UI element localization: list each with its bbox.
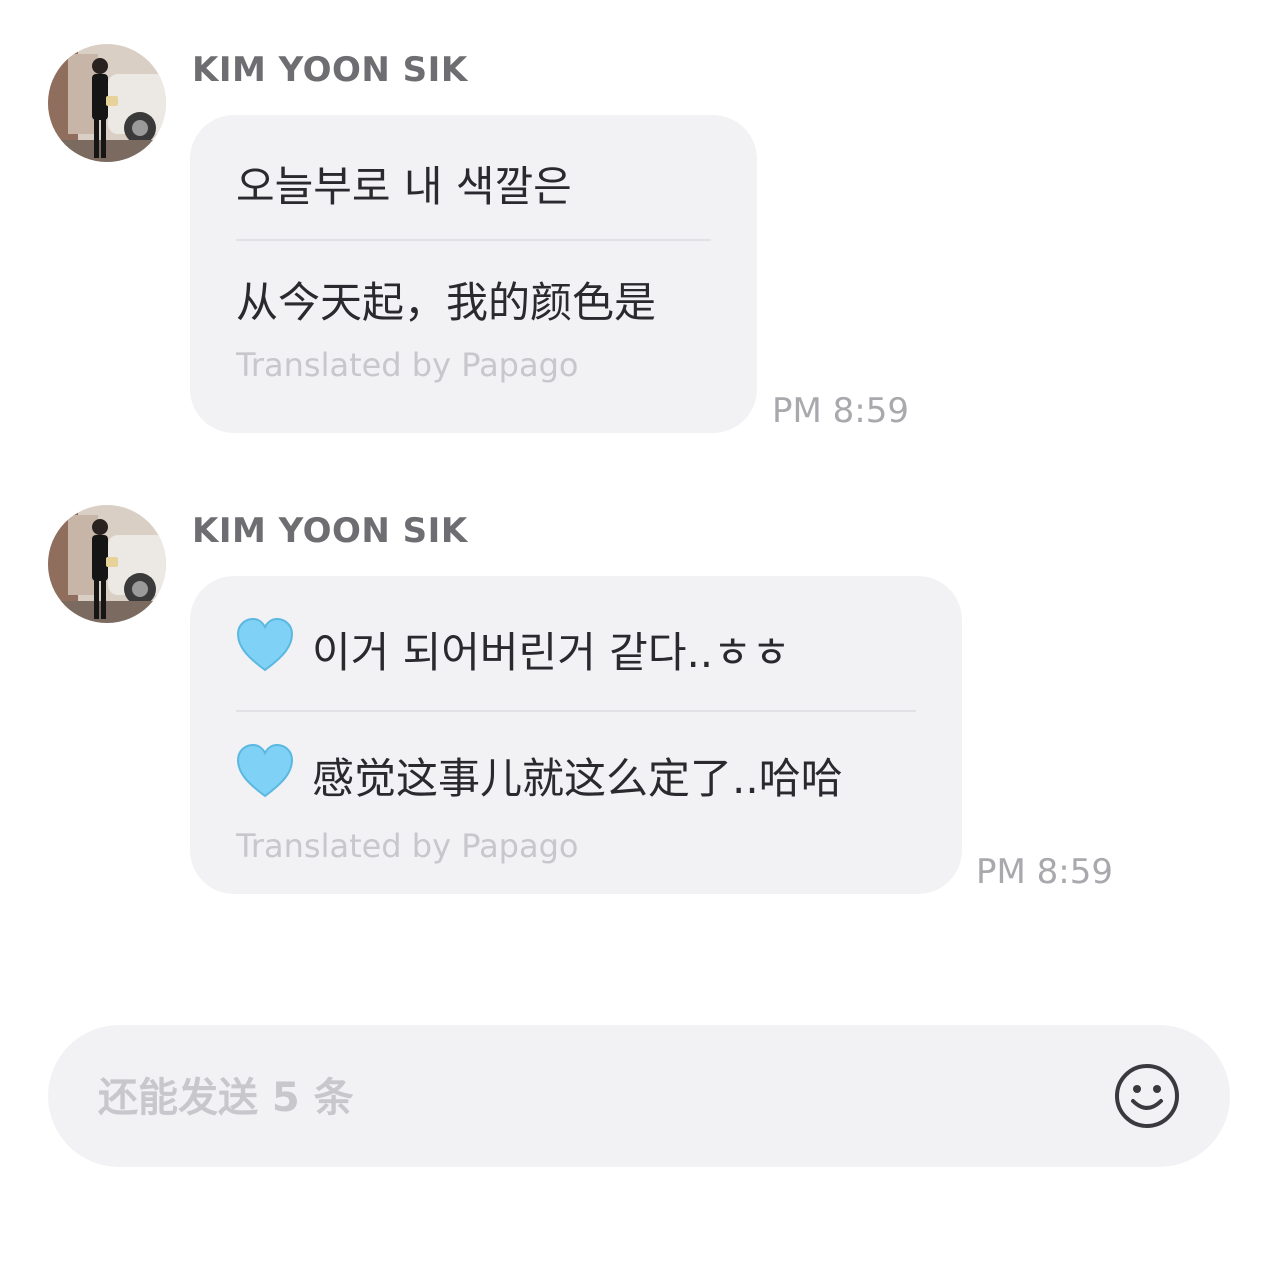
translation-divider bbox=[236, 710, 916, 712]
avatar[interactable] bbox=[48, 44, 166, 162]
avatar-photo bbox=[48, 44, 166, 162]
light-blue-heart-icon bbox=[236, 743, 294, 814]
smiley-icon bbox=[1115, 1064, 1179, 1128]
avatar[interactable] bbox=[48, 505, 166, 623]
translation-credit: Translated by Papago bbox=[236, 346, 579, 384]
message-timestamp: PM 8:59 bbox=[976, 852, 1113, 892]
emoji-button[interactable] bbox=[1114, 1063, 1180, 1129]
message-bubble[interactable]: 이거 되어버린거 같다..ㅎㅎ 感觉这事儿就这么定了..哈哈 Translate… bbox=[190, 576, 962, 894]
avatar-photo bbox=[48, 505, 166, 623]
translation-credit: Translated by Papago bbox=[236, 827, 579, 865]
sender-name: KIM YOON SIK bbox=[192, 50, 468, 90]
translated-text: 从今天起，我的颜色是 bbox=[236, 278, 657, 327]
original-text: 오늘부로 내 색깔은 bbox=[236, 162, 572, 211]
translation-divider bbox=[236, 239, 711, 241]
original-line: 이거 되어버린거 같다..ㅎㅎ bbox=[236, 617, 916, 688]
message-composer bbox=[48, 1025, 1230, 1167]
sender-name: KIM YOON SIK bbox=[192, 511, 468, 551]
translated-text: 感觉这事儿就这么定了..哈哈 bbox=[312, 754, 843, 803]
message-timestamp: PM 8:59 bbox=[772, 391, 909, 431]
translated-line: 感觉这事儿就这么定了..哈哈 bbox=[236, 743, 916, 814]
message-input[interactable] bbox=[96, 1071, 1080, 1125]
original-text: 이거 되어버린거 같다..ㅎㅎ bbox=[312, 628, 791, 677]
message-bubble[interactable]: 오늘부로 내 색깔은 从今天起，我的颜色是 Translated by Papa… bbox=[190, 115, 757, 433]
light-blue-heart-icon bbox=[236, 617, 294, 688]
